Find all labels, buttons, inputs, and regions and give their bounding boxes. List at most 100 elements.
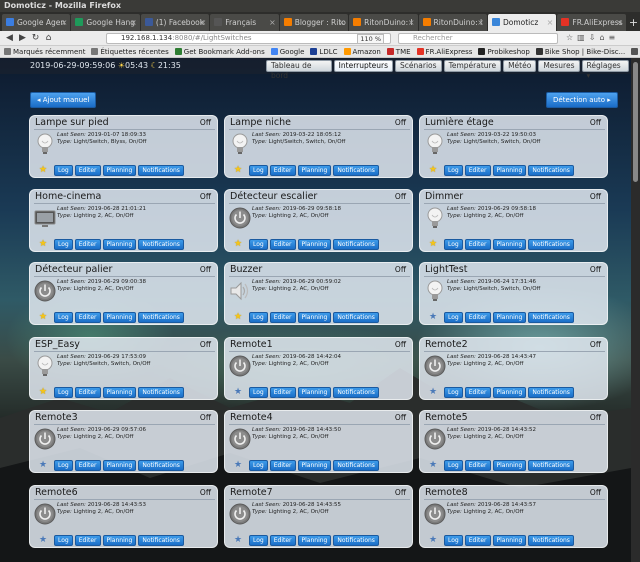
log-button[interactable]: Log [54, 460, 73, 471]
forward-icon[interactable]: ▶ [16, 33, 29, 43]
planning-button[interactable]: Planning [297, 239, 332, 250]
edit-button[interactable]: Editer [269, 387, 296, 398]
log-button[interactable]: Log [249, 387, 268, 398]
notifications-button[interactable]: Notifications [333, 387, 379, 398]
nav-tab[interactable]: Température [443, 60, 502, 72]
notifications-button[interactable]: Notifications [138, 239, 184, 250]
favorite-star-icon[interactable]: ★ [39, 313, 47, 322]
log-button[interactable]: Log [249, 460, 268, 471]
light-bulb-icon[interactable] [424, 206, 446, 230]
bookmark-item[interactable]: Amazon [343, 48, 381, 56]
favorite-star-icon[interactable]: ★ [234, 166, 242, 175]
log-button[interactable]: Log [249, 165, 268, 176]
menu-icon[interactable]: ≡ [609, 33, 620, 42]
edit-button[interactable]: Editer [464, 535, 491, 546]
search-input[interactable]: Rechercher [398, 33, 558, 44]
browser-tab[interactable]: (1) Facebook × [140, 14, 210, 31]
close-tab-icon[interactable]: × [61, 14, 68, 31]
planning-button[interactable]: Planning [102, 460, 137, 471]
notifications-button[interactable]: Notifications [138, 535, 184, 546]
log-button[interactable]: Log [444, 535, 463, 546]
favorite-star-icon[interactable]: ★ [429, 388, 437, 397]
log-button[interactable]: Log [249, 239, 268, 250]
favorite-star-icon[interactable]: ★ [39, 461, 47, 470]
browser-tab[interactable]: Blogger : Rito × [279, 14, 349, 31]
bookmark-item[interactable]: Music-box [631, 48, 640, 56]
power-switch-icon[interactable] [229, 354, 251, 378]
log-button[interactable]: Log [54, 535, 73, 546]
notifications-button[interactable]: Notifications [528, 387, 574, 398]
planning-button[interactable]: Planning [492, 239, 527, 250]
log-button[interactable]: Log [249, 535, 268, 546]
notifications-button[interactable]: Notifications [528, 535, 574, 546]
light-bulb-icon[interactable] [34, 354, 56, 378]
notifications-button[interactable]: Notifications [138, 460, 184, 471]
close-tab-icon[interactable]: × [408, 14, 415, 31]
edit-button[interactable]: Editer [74, 165, 101, 176]
favorite-star-icon[interactable]: ★ [429, 461, 437, 470]
nav-tab[interactable]: Interrupteurs [333, 60, 394, 72]
bookmark-item[interactable]: Étiquettes récentes [91, 48, 169, 56]
notifications-button[interactable]: Notifications [528, 312, 574, 323]
log-button[interactable]: Log [444, 460, 463, 471]
tv-icon[interactable] [34, 206, 56, 230]
star-icon[interactable]: ☆ [566, 33, 577, 42]
edit-button[interactable]: Editer [269, 312, 296, 323]
power-switch-icon[interactable] [424, 427, 446, 451]
bookmark-item[interactable]: Marqués récemment [4, 48, 85, 56]
log-button[interactable]: Log [54, 165, 73, 176]
browser-tab[interactable]: RitonDuino: I × [349, 14, 418, 31]
bookmark-item[interactable]: Google [270, 48, 304, 56]
log-button[interactable]: Log [249, 312, 268, 323]
favorite-star-icon[interactable]: ★ [234, 536, 242, 545]
power-switch-icon[interactable] [34, 502, 56, 526]
power-switch-icon[interactable] [34, 279, 56, 303]
url-bar[interactable]: 192.168.1.134:8080/#/LightSwitches 110 % [106, 33, 391, 44]
edit-button[interactable]: Editer [464, 387, 491, 398]
library-icon[interactable]: ▥ [577, 33, 589, 42]
nav-tab[interactable]: Réglages ▾ [581, 60, 629, 80]
light-bulb-icon[interactable] [34, 132, 56, 156]
edit-button[interactable]: Editer [269, 239, 296, 250]
favorite-star-icon[interactable]: ★ [429, 166, 437, 175]
new-tab-button[interactable]: + [627, 14, 640, 31]
download-icon[interactable]: ⇩ [589, 33, 600, 42]
page-scrollbar-thumb[interactable] [633, 62, 638, 182]
edit-button[interactable]: Editer [74, 312, 101, 323]
nav-tab[interactable]: Tableau de bord [266, 60, 332, 80]
notifications-button[interactable]: Notifications [138, 312, 184, 323]
close-tab-icon[interactable]: × [338, 14, 345, 31]
home-icon[interactable]: ⌂ [599, 33, 608, 42]
home-icon[interactable]: ⌂ [42, 33, 55, 43]
planning-button[interactable]: Planning [297, 387, 332, 398]
edit-button[interactable]: Editer [269, 165, 296, 176]
favorite-star-icon[interactable]: ★ [39, 388, 47, 397]
power-switch-icon[interactable] [229, 502, 251, 526]
notifications-button[interactable]: Notifications [333, 460, 379, 471]
notifications-button[interactable]: Notifications [333, 165, 379, 176]
close-tab-icon[interactable]: × [616, 14, 623, 31]
edit-button[interactable]: Editer [269, 460, 296, 471]
planning-button[interactable]: Planning [102, 312, 137, 323]
browser-tab[interactable]: FR.AliExpress × [557, 14, 626, 31]
edit-button[interactable]: Editer [464, 312, 491, 323]
edit-button[interactable]: Editer [269, 535, 296, 546]
power-switch-icon[interactable] [229, 206, 251, 230]
edit-button[interactable]: Editer [74, 387, 101, 398]
planning-button[interactable]: Planning [297, 165, 332, 176]
planning-button[interactable]: Planning [492, 165, 527, 176]
edit-button[interactable]: Editer [464, 165, 491, 176]
speaker-icon[interactable] [229, 279, 251, 303]
edit-button[interactable]: Editer [74, 239, 101, 250]
edit-button[interactable]: Editer [464, 239, 491, 250]
bookmark-item[interactable]: Probikeshop [478, 48, 530, 56]
light-bulb-icon[interactable] [424, 279, 446, 303]
close-tab-icon[interactable]: × [269, 14, 276, 31]
log-button[interactable]: Log [444, 312, 463, 323]
notifications-button[interactable]: Notifications [528, 239, 574, 250]
browser-tab[interactable]: RitonDuino: I × [418, 14, 487, 31]
light-bulb-icon[interactable] [424, 132, 446, 156]
notifications-button[interactable]: Notifications [528, 460, 574, 471]
nav-tab[interactable]: Scénarios [395, 60, 442, 72]
edit-button[interactable]: Editer [74, 535, 101, 546]
